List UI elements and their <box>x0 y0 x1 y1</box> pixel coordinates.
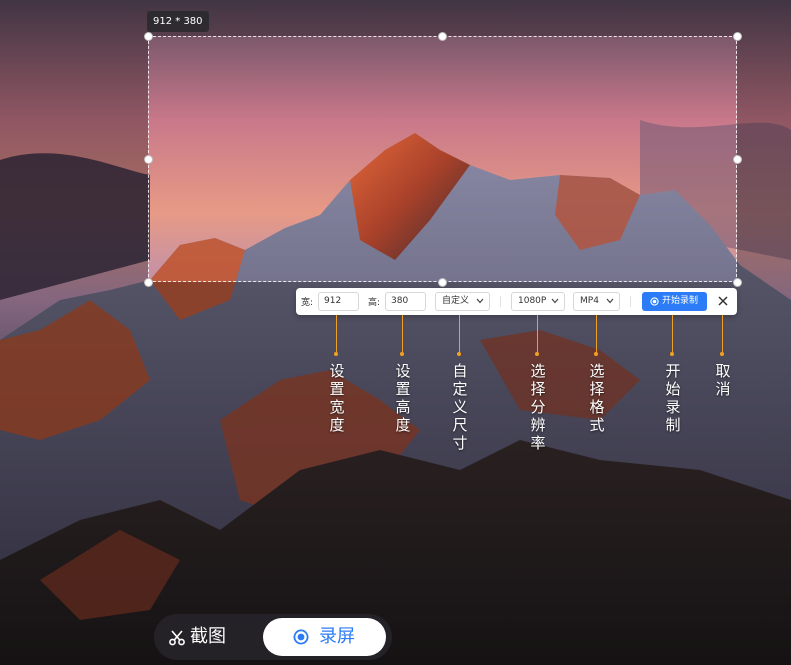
callout-dot-resolution <box>535 352 539 356</box>
scissors-icon <box>169 630 185 646</box>
screenshot-mode-label: 截图 <box>190 626 226 647</box>
callout-dot-width <box>334 352 338 356</box>
annotation-set-width: 设置宽度 <box>329 362 345 434</box>
dim-overlay-right <box>737 36 791 282</box>
record-icon <box>650 297 659 306</box>
close-icon[interactable] <box>717 295 729 307</box>
annotation-select-resolution: 选择分辨率 <box>530 362 546 452</box>
callout-line-format <box>596 315 597 353</box>
resize-handle-top[interactable] <box>438 32 447 41</box>
chevron-down-icon <box>476 298 484 304</box>
callout-line-height <box>402 315 403 353</box>
mode-switch-bar: 截图 录屏 <box>154 614 392 660</box>
annotation-set-height: 设置高度 <box>395 362 411 434</box>
height-label: 高: <box>368 298 381 308</box>
toolbar-divider <box>630 296 631 307</box>
record-mode-button[interactable]: 录屏 <box>263 618 386 656</box>
start-record-label: 开始录制 <box>662 296 699 306</box>
annotation-select-format: 选择格式 <box>589 362 605 434</box>
resize-handle-top-right[interactable] <box>733 32 742 41</box>
format-select[interactable]: MP4 <box>573 292 620 311</box>
callout-dot-height <box>400 352 404 356</box>
height-input[interactable]: 380 <box>385 292 426 311</box>
toolbar-divider <box>500 296 501 307</box>
resolution-select-label: 1080P <box>518 296 547 306</box>
annotation-custom-size: 自定义尺寸 <box>452 362 468 452</box>
chevron-down-icon <box>551 298 559 304</box>
callout-dot-cancel <box>720 352 724 356</box>
custom-size-select[interactable]: 自定义 <box>435 292 490 311</box>
record-icon <box>293 629 309 645</box>
screenshot-mode-button[interactable]: 截图 <box>168 626 226 648</box>
dim-overlay-top <box>0 0 791 36</box>
width-label: 宽: <box>301 298 314 308</box>
custom-size-select-label: 自定义 <box>442 296 470 306</box>
callout-dot-record <box>670 352 674 356</box>
dim-overlay-left <box>0 36 148 282</box>
callout-line-cancel <box>722 315 723 353</box>
resize-handle-right[interactable] <box>733 155 742 164</box>
resize-handle-left[interactable] <box>144 155 153 164</box>
format-select-label: MP4 <box>580 296 599 306</box>
start-record-button[interactable]: 开始录制 <box>642 292 707 311</box>
width-input[interactable]: 912 <box>318 292 359 311</box>
selection-size-label: 912 * 380 <box>147 11 209 32</box>
callout-dot-custom <box>457 352 461 356</box>
callout-line-width <box>336 315 337 353</box>
resize-handle-bottom-right[interactable] <box>733 278 742 287</box>
callout-dot-format <box>594 352 598 356</box>
resize-handle-bottom-left[interactable] <box>144 278 153 287</box>
resize-handle-bottom[interactable] <box>438 278 447 287</box>
callout-line-custom <box>459 315 460 353</box>
chevron-down-icon <box>606 298 614 304</box>
callout-line-record <box>672 315 673 353</box>
record-mode-label: 录屏 <box>319 626 355 647</box>
record-toolbar: 宽: 912 高: 380 自定义 1080P MP4 开始录制 <box>296 288 737 315</box>
annotation-start-record: 开始录制 <box>665 362 681 434</box>
resize-handle-top-left[interactable] <box>144 32 153 41</box>
resolution-select[interactable]: 1080P <box>511 292 565 311</box>
callout-line-resolution <box>537 315 538 353</box>
selection-area[interactable] <box>148 36 737 282</box>
annotation-cancel: 取消 <box>715 362 731 398</box>
